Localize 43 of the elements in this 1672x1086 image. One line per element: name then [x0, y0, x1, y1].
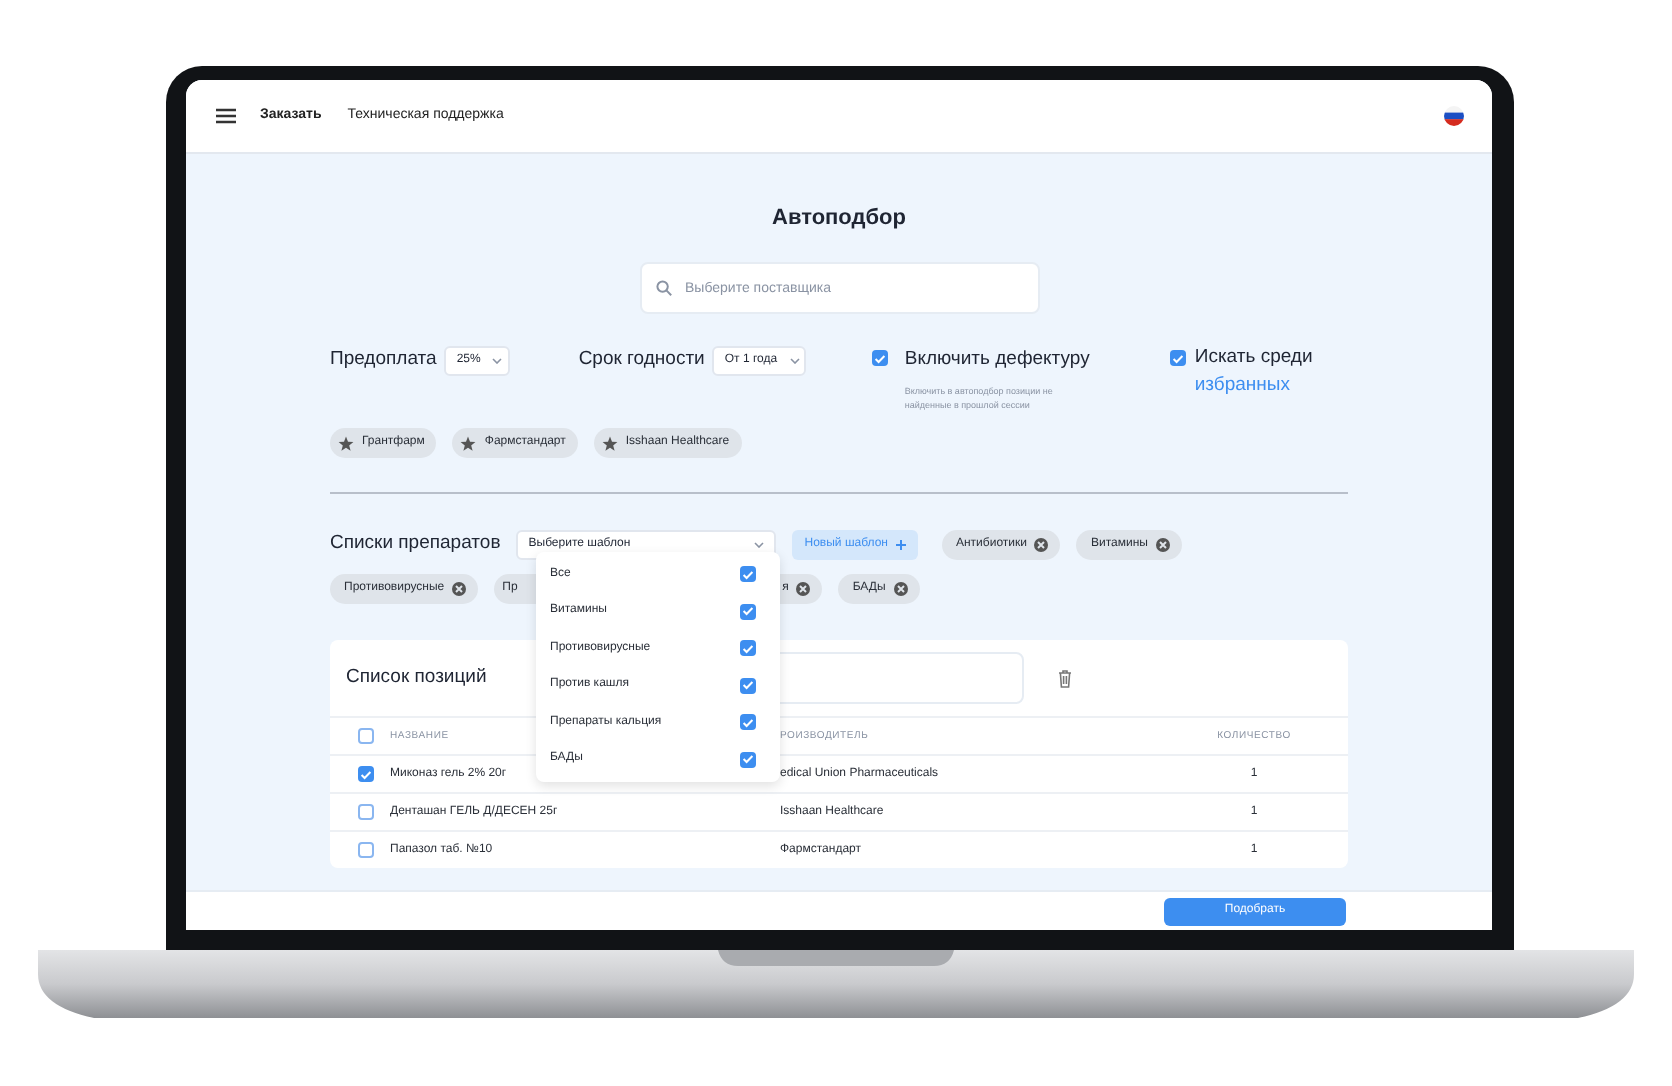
checkbox[interactable] — [1170, 350, 1187, 366]
checkbox[interactable] — [740, 566, 756, 583]
chevron-icon — [789, 358, 800, 364]
check-icon — [1172, 353, 1185, 363]
trash-icon[interactable] — [1058, 669, 1073, 687]
checkbox[interactable] — [872, 350, 889, 366]
checkbox[interactable] — [358, 766, 374, 782]
menu-icon[interactable] — [216, 108, 236, 124]
remove-icon[interactable] — [796, 582, 811, 596]
star-icon — [460, 435, 477, 451]
checkbox[interactable] — [740, 603, 756, 620]
check-icon — [360, 769, 372, 779]
flag-icon[interactable] — [1444, 106, 1464, 126]
check-icon — [742, 680, 754, 691]
card-title: Список позиций — [346, 663, 487, 692]
remove-icon[interactable] — [452, 582, 467, 596]
field-label: Срок годности — [578, 346, 705, 374]
check-icon — [742, 569, 754, 580]
checkbox[interactable] — [358, 804, 374, 820]
checkbox[interactable] — [740, 677, 756, 694]
option-label: Искать среди — [1194, 346, 1313, 370]
field-label: Списки препаратов — [330, 530, 501, 559]
remove-icon[interactable] — [893, 582, 908, 596]
plus-icon — [895, 540, 906, 550]
check-icon — [742, 643, 754, 654]
checkbox[interactable] — [740, 640, 756, 657]
page-title: Автоподбор — [770, 204, 908, 234]
option-label: Включить дефектуру — [904, 346, 1092, 374]
remove-icon[interactable] — [1034, 538, 1049, 552]
remove-icon[interactable] — [1155, 538, 1170, 552]
star-icon — [338, 435, 354, 451]
checkbox[interactable] — [358, 842, 374, 858]
check-icon — [742, 717, 754, 728]
checkbox[interactable] — [358, 728, 374, 744]
field-label: Предоплата — [330, 346, 437, 374]
checkbox[interactable] — [740, 714, 756, 731]
chevron-icon — [754, 542, 765, 548]
star-icon — [601, 435, 618, 451]
check-icon — [874, 353, 887, 363]
check-icon — [742, 606, 754, 617]
check-icon — [742, 754, 754, 765]
checkbox[interactable] — [740, 751, 756, 768]
chevron-icon — [492, 358, 503, 364]
